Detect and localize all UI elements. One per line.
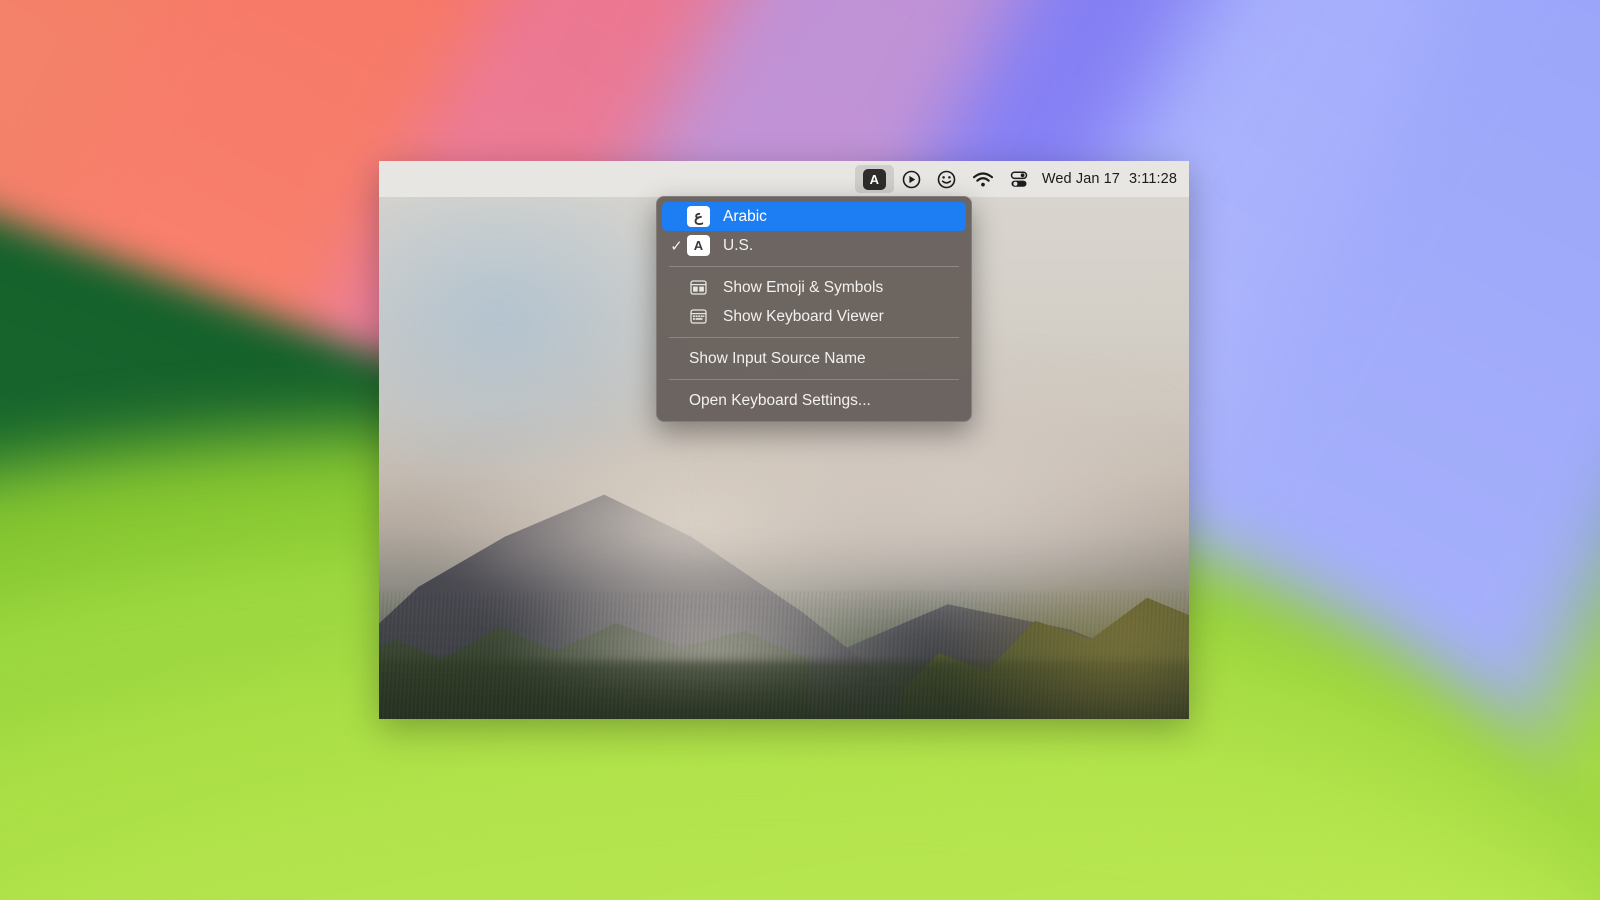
- menu-bar-item-wifi[interactable]: [964, 165, 1002, 193]
- menu-item-label-show-keyboard-viewer: Show Keyboard Viewer: [723, 307, 884, 325]
- smiley-face-icon: [937, 170, 956, 189]
- wifi-icon: [972, 171, 994, 188]
- menu-separator-2: [669, 337, 959, 338]
- keyboard-viewer-icon: [687, 309, 710, 324]
- clock-time: 3:11:28: [1128, 171, 1177, 187]
- menu-item-show-emoji-symbols[interactable]: Show Emoji & Symbols: [657, 273, 971, 302]
- keyboard-badge-icon: A: [862, 168, 886, 190]
- clock-date: Wed Jan 17: [1041, 171, 1120, 187]
- menu-item-label-us: U.S.: [723, 236, 754, 254]
- nested-screenshot-window: A Wed Jan 17 3:11:28 ع Arabic ✓ A U.S. S…: [379, 161, 1189, 719]
- menu-item-open-keyboard-settings[interactable]: Open Keyboard Settings...: [657, 386, 971, 415]
- menu-bar-item-emoji[interactable]: [929, 165, 964, 193]
- menu-bar-clock[interactable]: Wed Jan 17 3:11:28: [1036, 171, 1177, 187]
- arabic-ain-badge-icon: ع: [687, 206, 710, 227]
- menu-bar-item-input-source[interactable]: A: [854, 165, 894, 193]
- input-source-menu: ع Arabic ✓ A U.S. Show Emoji & Symbols S…: [656, 196, 972, 422]
- emoji-panel-icon: [687, 280, 710, 295]
- desktop-background: A Wed Jan 17 3:11:28 ع Arabic ✓ A U.S. S…: [0, 0, 1600, 900]
- menu-bar-item-control-center[interactable]: [1002, 165, 1036, 193]
- record-play-circle-icon: [902, 170, 921, 189]
- menu-bar-status-items: A Wed Jan 17 3:11:28: [854, 165, 1177, 193]
- inner-wallpaper-warm-light: [939, 581, 1189, 719]
- menu-item-show-input-source-name[interactable]: Show Input Source Name: [657, 344, 971, 373]
- menu-separator-1: [669, 266, 959, 267]
- menu-item-label-arabic: Arabic: [723, 207, 767, 225]
- menu-separator-3: [669, 379, 959, 380]
- menu-item-label-open-keyboard-settings: Open Keyboard Settings...: [689, 391, 871, 409]
- menu-bar-item-screen-recording[interactable]: [894, 165, 929, 193]
- checkmark-icon-us: ✓: [670, 237, 683, 255]
- menu-item-label-show-input-source-name: Show Input Source Name: [689, 349, 866, 367]
- menu-item-input-source-arabic[interactable]: ع Arabic: [662, 202, 966, 231]
- menu-item-show-keyboard-viewer[interactable]: Show Keyboard Viewer: [657, 302, 971, 331]
- latin-a-badge-icon: A: [687, 235, 710, 256]
- control-center-toggles-icon: [1010, 170, 1028, 189]
- menu-item-label-show-emoji-symbols: Show Emoji & Symbols: [723, 278, 884, 296]
- menu-item-input-source-us[interactable]: ✓ A U.S.: [657, 231, 971, 260]
- menu-bar: A Wed Jan 17 3:11:28: [379, 161, 1189, 197]
